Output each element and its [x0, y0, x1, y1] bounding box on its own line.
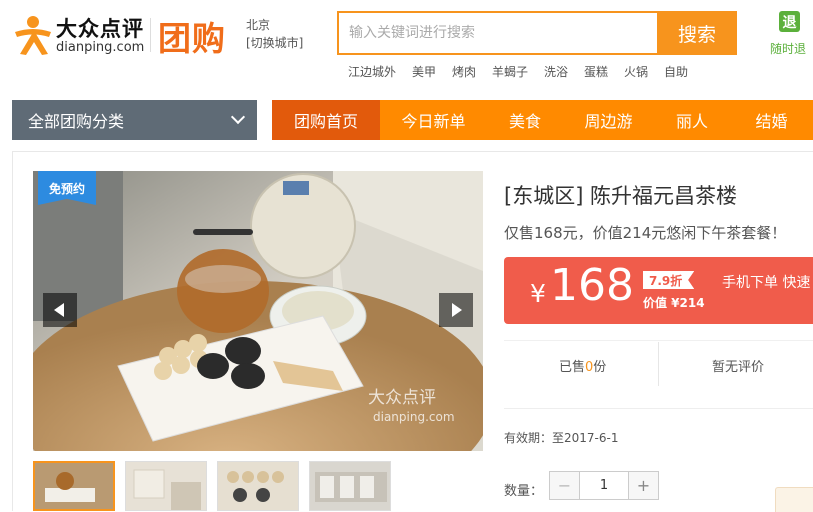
gallery-thumbnail[interactable]	[125, 461, 207, 511]
stats-divider-top	[504, 340, 813, 341]
refund-icon[interactable]: 退	[779, 11, 800, 32]
content-frame-top	[12, 151, 813, 152]
gallery-next-button[interactable]	[439, 293, 473, 327]
gallery-thumbnail[interactable]	[309, 461, 391, 511]
logo-divider	[150, 18, 151, 52]
content-frame-left	[12, 151, 13, 511]
sold-count: 已售0份	[559, 356, 606, 375]
nav-item-new-today[interactable]: 今日新单	[380, 100, 487, 140]
stats-divider-bottom	[504, 408, 813, 409]
stats-divider	[658, 342, 659, 386]
tuangou-brand[interactable]: 团购	[158, 12, 226, 60]
photo-watermark-en: dianping.com	[373, 410, 455, 424]
quantity-increase-button[interactable]: +	[628, 472, 658, 499]
thumbnail-image	[310, 462, 390, 510]
hot-keyword[interactable]: 烤肉	[452, 63, 476, 80]
discount-tag: 7.9折	[643, 271, 695, 289]
all-categories-dropdown[interactable]: 全部团购分类	[12, 100, 257, 140]
logo-english-text[interactable]: dianping.com	[56, 40, 144, 55]
quantity-value[interactable]: 1	[580, 472, 628, 499]
current-city: 北京	[246, 18, 271, 32]
dianping-logo-icon[interactable]	[12, 14, 54, 56]
gallery-thumbnail[interactable]	[33, 461, 115, 511]
hot-keyword[interactable]: 蛋糕	[584, 63, 608, 80]
all-categories-label: 全部团购分类	[28, 112, 125, 131]
search-button[interactable]: 搜索	[657, 11, 737, 55]
price-currency: ¥	[530, 279, 546, 308]
chevron-down-icon	[230, 109, 246, 125]
thumbnail-image	[35, 463, 113, 509]
nav-item-home[interactable]: 团购首页	[272, 100, 380, 140]
hot-keyword[interactable]: 洗浴	[544, 63, 568, 80]
arrow-right-icon	[452, 303, 462, 317]
tea-set-photo: 大众点评 dianping.com	[33, 171, 483, 451]
refund-label[interactable]: 随时退	[770, 40, 806, 57]
quantity-decrease-button[interactable]: −	[550, 472, 580, 499]
deal-subtitle: 仅售168元，价值214元悠闲下午茶套餐！	[504, 224, 787, 242]
original-price: 价值 ¥214	[643, 296, 705, 310]
review-status[interactable]: 暂无评价	[712, 356, 764, 375]
gallery-thumbnail[interactable]	[217, 461, 299, 511]
hot-keyword[interactable]: 江边城外	[348, 63, 396, 80]
arrow-left-icon	[54, 303, 64, 317]
deal-price: 168	[550, 260, 634, 311]
hot-keyword[interactable]: 美甲	[412, 63, 436, 80]
thumbnail-image	[126, 462, 206, 510]
photo-watermark-cn: 大众点评	[368, 388, 436, 408]
sold-suffix: 份	[593, 360, 607, 375]
search-input[interactable]	[339, 13, 657, 53]
deal-main-photo[interactable]: 大众点评 dianping.com	[33, 171, 483, 451]
search-box	[337, 11, 657, 55]
side-widget-tab[interactable]	[775, 487, 813, 512]
thumbnail-image	[218, 462, 298, 510]
hot-keyword[interactable]: 火锅	[624, 63, 648, 80]
nav-item-nearby-travel[interactable]: 周边游	[563, 100, 654, 140]
sold-prefix: 已售	[559, 360, 586, 375]
quantity-label: 数量：	[504, 484, 544, 499]
gallery-prev-button[interactable]	[43, 293, 77, 327]
switch-city-link[interactable]: [切换城市]	[246, 34, 303, 51]
main-nav: 团购首页 今日新单 美食 周边游 丽人 结婚	[272, 100, 813, 140]
hot-keyword[interactable]: 自助	[664, 63, 688, 80]
validity-period: 有效期：至2017-6-1	[504, 431, 619, 445]
deal-title: [东城区] 陈升福元昌茶楼	[504, 184, 738, 208]
mobile-order-link[interactable]: 手机下单 快速	[722, 272, 810, 292]
hot-keyword[interactable]: 羊蝎子	[492, 63, 528, 80]
quantity-stepper: − 1 +	[549, 471, 659, 500]
nav-item-beauty[interactable]: 丽人	[654, 100, 730, 140]
logo-chinese-text[interactable]: 大众点评	[56, 13, 144, 43]
nav-item-wedding[interactable]: 结婚	[730, 100, 813, 140]
nav-item-food[interactable]: 美食	[487, 100, 563, 140]
